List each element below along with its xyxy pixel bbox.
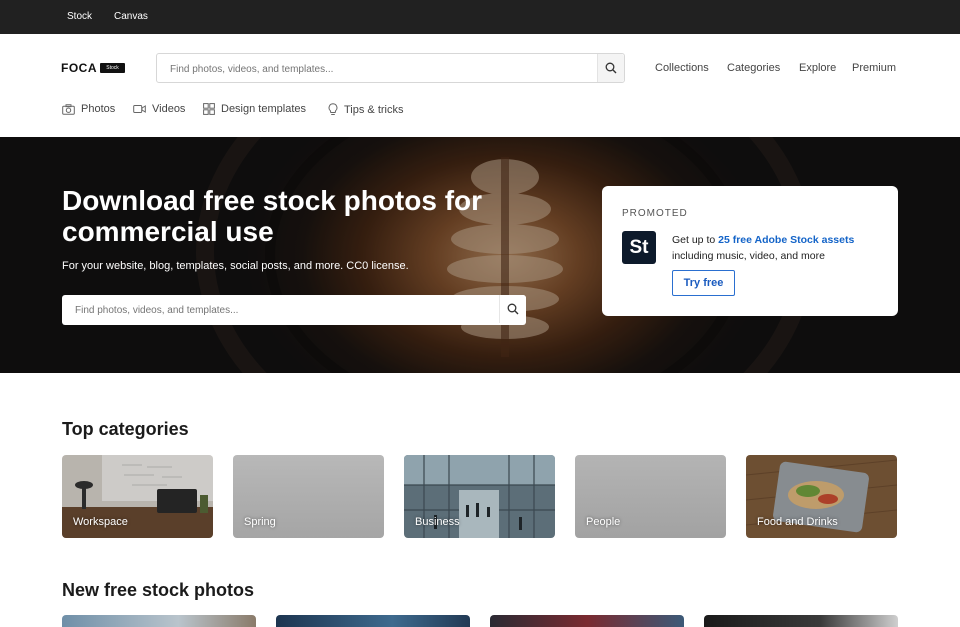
subnav-videos-label: Videos: [152, 103, 186, 115]
hero-search-button[interactable]: [499, 295, 526, 323]
search-icon: [605, 62, 617, 74]
header-search-input[interactable]: [170, 62, 590, 76]
video-icon: [133, 105, 146, 113]
new-photos-title: New free stock photos: [62, 580, 255, 600]
category-card-people[interactable]: People: [575, 455, 726, 538]
hero-title: Download free stock photos for commercia…: [62, 185, 483, 247]
camera-icon: [62, 103, 75, 115]
promoted-card: PROMOTED St Get up to 25 free Adobe Stoc…: [602, 186, 898, 316]
subnav-videos[interactable]: Videos: [133, 103, 185, 115]
search-icon: [507, 303, 519, 315]
category-card-business[interactable]: Business: [404, 455, 555, 538]
promo-text-before: Get up to: [672, 234, 719, 246]
hero-search-bar: [62, 295, 526, 325]
promo-text: Get up to 25 free Adobe Stock assets inc…: [672, 232, 882, 264]
nav-premium[interactable]: Premium: [852, 62, 896, 74]
topbar-link-stock[interactable]: Stock: [67, 11, 92, 22]
subnav-design-templates-label: Design templates: [221, 103, 306, 115]
top-bar: Stock Canvas: [0, 0, 960, 34]
photo-thumbnail[interactable]: [704, 615, 898, 627]
promo-text-after: including music, video, and more: [672, 250, 825, 262]
logo-badge: Stock: [100, 63, 125, 73]
category-label-business: Business: [415, 516, 460, 528]
adobe-stock-logo: St: [622, 231, 656, 264]
photo-thumbnail[interactable]: [490, 615, 684, 627]
subnav-tips-tricks-label: Tips & tricks: [344, 103, 404, 116]
category-label-people: People: [586, 516, 621, 528]
category-card-spring[interactable]: Spring: [233, 455, 384, 538]
grid-icon: [203, 103, 215, 115]
promoted-label: PROMOTED: [622, 208, 688, 219]
category-card-workspace[interactable]: Workspace: [62, 455, 213, 538]
category-label-food-and-drinks: Food and Drinks: [757, 516, 838, 528]
try-free-button[interactable]: Try free: [672, 270, 735, 296]
photo-thumbnail[interactable]: [62, 615, 256, 627]
hero-search-input[interactable]: [75, 303, 475, 317]
category-label-workspace: Workspace: [73, 516, 128, 528]
subnav-photos-label: Photos: [81, 103, 116, 115]
header-search-button[interactable]: [597, 54, 624, 82]
promo-highlight-link[interactable]: 25 free Adobe Stock assets: [718, 234, 854, 246]
topbar-link-canvas[interactable]: Canvas: [114, 11, 148, 22]
lightbulb-icon: [328, 103, 338, 115]
category-card-food-and-drinks[interactable]: Food and Drinks: [746, 455, 897, 538]
subnav-tips-tricks[interactable]: Tips & tricks: [328, 103, 404, 116]
photo-thumbnail[interactable]: [276, 615, 470, 627]
nav-collections[interactable]: Collections: [655, 62, 709, 74]
hero-subtitle: For your website, blog, templates, socia…: [62, 260, 409, 272]
site-logo[interactable]: FOCA: [61, 61, 97, 75]
nav-explore[interactable]: Explore: [799, 62, 836, 74]
category-label-spring: Spring: [244, 516, 276, 528]
subnav-design-templates[interactable]: Design templates: [203, 103, 306, 115]
header-search-bar: [156, 53, 625, 83]
top-categories-title: Top categories: [62, 419, 189, 439]
subnav-photos[interactable]: Photos: [62, 103, 115, 115]
nav-categories[interactable]: Categories: [727, 62, 780, 74]
